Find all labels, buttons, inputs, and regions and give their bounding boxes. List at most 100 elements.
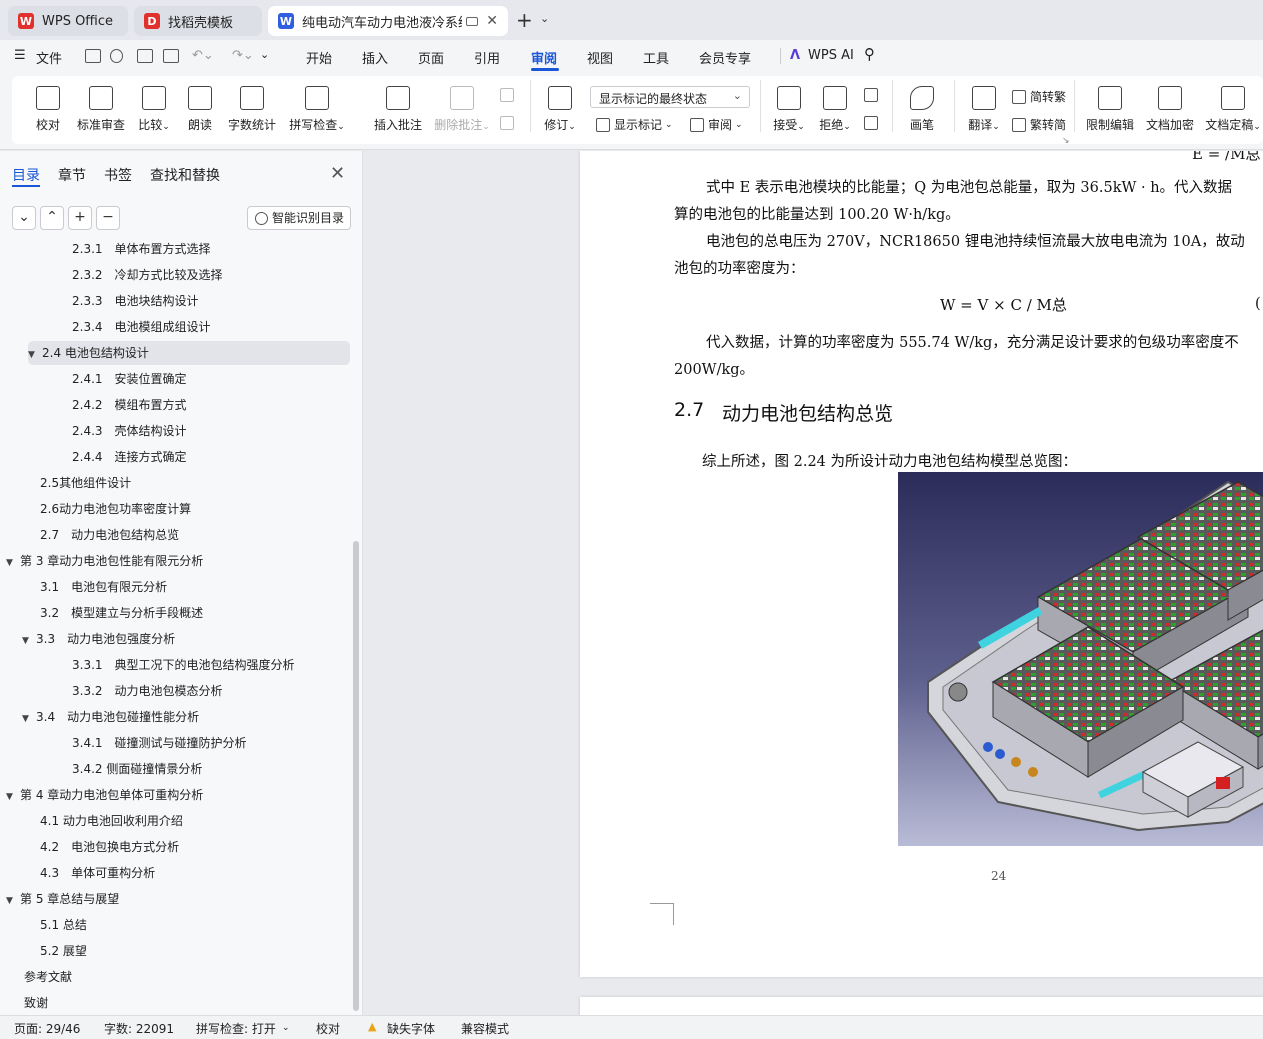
toc-item[interactable]: 参考文献 bbox=[24, 965, 72, 989]
menu-insert[interactable]: 插入 bbox=[362, 48, 388, 67]
menu-references[interactable]: 引用 bbox=[474, 48, 500, 67]
menu-member[interactable]: 会员专享 bbox=[699, 48, 751, 67]
remove-heading-icon[interactable]: − bbox=[96, 206, 120, 230]
toc-item[interactable]: ▼ 第 5 章总结与展望 bbox=[6, 887, 119, 911]
toc-item[interactable]: 2.4.1 安装位置确定 bbox=[72, 367, 187, 391]
markup-state-select[interactable]: 显示标记的最终状态 ⌄ bbox=[590, 86, 750, 108]
toc-item[interactable]: 2.4.4 连接方式确定 bbox=[72, 445, 187, 469]
expand-arrow-icon[interactable]: ▼ bbox=[22, 707, 36, 731]
more-quick-access-icon[interactable]: ⌄ bbox=[260, 48, 269, 61]
nav-tab-find-replace[interactable]: 查找和替换 bbox=[150, 165, 220, 185]
menu-view[interactable]: 视图 bbox=[587, 48, 613, 67]
track-changes-button[interactable]: 修订⌄ bbox=[540, 86, 580, 133]
toc-item[interactable]: 3.3.1 典型工况下的电池包结构强度分析 bbox=[72, 653, 295, 677]
proofread-indicator[interactable]: 校对 bbox=[316, 1020, 340, 1037]
tab-wps-office[interactable]: W WPS Office bbox=[8, 6, 128, 36]
hamburger-icon[interactable]: ☰ bbox=[14, 48, 26, 63]
save-icon[interactable] bbox=[85, 49, 101, 63]
undo-icon[interactable]: ↶⌄ bbox=[192, 48, 214, 63]
expand-arrow-icon[interactable]: ▼ bbox=[22, 629, 36, 653]
toc-item[interactable]: 2.4.2 模组布置方式 bbox=[72, 393, 187, 417]
menu-wps-ai[interactable]: WPS AI bbox=[808, 48, 854, 63]
toc-item[interactable]: 3.4.2 侧面碰撞情景分析 bbox=[72, 757, 202, 781]
print-preview-icon[interactable] bbox=[163, 49, 179, 63]
toc-item[interactable]: 3.2 模型建立与分析手段概述 bbox=[40, 601, 203, 625]
export-icon[interactable] bbox=[110, 49, 123, 63]
toc-item[interactable]: 3.3.2 动力电池包模态分析 bbox=[72, 679, 223, 703]
expand-all-icon[interactable]: ⌄ bbox=[12, 206, 36, 230]
menu-start[interactable]: 开始 bbox=[306, 48, 332, 67]
toc-item[interactable]: ▼ 3.3 动力电池包强度分析 bbox=[22, 627, 175, 651]
toc-item[interactable]: 4.2 电池包换电方式分析 bbox=[40, 835, 179, 859]
document-finalize-button[interactable]: 文档定稿⌄ bbox=[1204, 86, 1262, 133]
toc-item[interactable]: ▼ 第 4 章动力电池包单体可重构分析 bbox=[6, 783, 203, 807]
accept-button[interactable]: 接受⌄ bbox=[770, 86, 808, 133]
delete-comment-button[interactable]: 删除批注⌄ bbox=[432, 86, 492, 133]
simplified-to-traditional-button[interactable]: 简转繁 bbox=[1012, 88, 1066, 105]
insert-comment-button[interactable]: 插入批注 bbox=[372, 86, 424, 133]
menu-tools[interactable]: 工具 bbox=[643, 48, 669, 67]
toc-item[interactable]: 4.1 动力电池回收利用介绍 bbox=[40, 809, 183, 833]
toc-item[interactable]: 2.3.2 冷却方式比较及选择 bbox=[72, 263, 223, 287]
nav-tab-toc[interactable]: 目录 bbox=[12, 165, 40, 185]
translate-button[interactable]: 翻译⌄ bbox=[964, 86, 1004, 133]
toc-item[interactable]: 2.6动力电池包功率密度计算 bbox=[40, 497, 191, 521]
previous-change-icon[interactable] bbox=[864, 88, 882, 102]
toc-item[interactable]: 5.1 总结 bbox=[40, 913, 87, 937]
redo-icon[interactable]: ↷⌄ bbox=[232, 48, 254, 63]
toc-item[interactable]: 2.7 动力电池包结构总览 bbox=[40, 523, 179, 547]
close-pane-icon[interactable]: ✕ bbox=[330, 163, 345, 184]
read-aloud-button[interactable]: 朗读 bbox=[184, 86, 216, 133]
expand-arrow-icon[interactable]: ▼ bbox=[6, 551, 20, 575]
nav-tab-bookmarks[interactable]: 书签 bbox=[104, 165, 132, 185]
expand-arrow-icon[interactable]: ▼ bbox=[6, 889, 20, 913]
reject-button[interactable]: 拒绝⌄ bbox=[816, 86, 854, 133]
review-pane-button[interactable]: 审阅 ⌄ bbox=[690, 116, 743, 133]
chevron-down-icon[interactable]: ⌄ bbox=[540, 12, 549, 25]
toc-item[interactable]: 4.3 单体可重构分析 bbox=[40, 861, 155, 885]
menu-page[interactable]: 页面 bbox=[418, 48, 444, 67]
add-heading-icon[interactable]: + bbox=[68, 206, 92, 230]
restrict-editing-button[interactable]: 限制编辑 bbox=[1084, 86, 1136, 133]
next-change-icon[interactable] bbox=[864, 116, 882, 130]
spell-check-button[interactable]: 拼写检查⌄ bbox=[286, 86, 348, 133]
word-count-button[interactable]: 字数统计 bbox=[226, 86, 278, 133]
toc-item[interactable]: 3.1 电池包有限元分析 bbox=[40, 575, 167, 599]
proofread-button[interactable]: 校对 bbox=[30, 86, 66, 133]
toc-item[interactable]: 2.4.3 壳体结构设计 bbox=[72, 419, 187, 443]
toc-item[interactable]: 5.2 展望 bbox=[40, 939, 87, 963]
collapse-all-icon[interactable]: ⌃ bbox=[40, 206, 64, 230]
traditional-to-simplified-button[interactable]: 繁转简 bbox=[1012, 116, 1066, 133]
print-icon[interactable] bbox=[137, 49, 153, 63]
close-tab-icon[interactable]: ✕ bbox=[486, 13, 498, 29]
toc-item[interactable]: 2.3.4 电池模组成组设计 bbox=[72, 315, 211, 339]
ribbon-expand-icon[interactable]: ↘ bbox=[1062, 136, 1070, 146]
spell-check-indicator[interactable]: 拼写检查: 打开 bbox=[196, 1020, 276, 1037]
document-encrypt-button[interactable]: 文档加密 bbox=[1144, 86, 1196, 133]
nav-tab-chapters[interactable]: 章节 bbox=[58, 165, 86, 185]
show-markup-button[interactable]: 显示标记 ⌄ bbox=[596, 116, 673, 133]
toc-item[interactable]: 致谢 bbox=[24, 991, 48, 1015]
toc-item[interactable]: ▼ 第 3 章动力电池包性能有限元分析 bbox=[6, 549, 203, 573]
page-indicator[interactable]: 页面: 29/46 bbox=[14, 1020, 80, 1037]
toc-item[interactable]: ▼ 2.4 电池包结构设计 bbox=[28, 341, 350, 365]
menu-file[interactable]: 文件 bbox=[36, 48, 62, 67]
menu-review[interactable]: 审阅 bbox=[531, 48, 557, 67]
word-count-indicator[interactable]: 字数: 22091 bbox=[104, 1020, 174, 1037]
toc-item[interactable]: 2.3.1 单体布置方式选择 bbox=[72, 239, 211, 261]
pen-button[interactable]: 画笔 bbox=[904, 86, 940, 133]
missing-font-indicator[interactable]: 缺失字体 bbox=[387, 1020, 435, 1037]
toc-item[interactable]: ▼ 3.4 动力电池包碰撞性能分析 bbox=[22, 705, 199, 729]
tab-template-store[interactable]: D 找稻壳模板 bbox=[134, 6, 262, 36]
toc-item[interactable]: 2.5其他组件设计 bbox=[40, 471, 131, 495]
toc-item[interactable]: 2.3.3 电池块结构设计 bbox=[72, 289, 199, 313]
standard-review-button[interactable]: 标准审查 bbox=[74, 86, 128, 133]
toc-scrollbar[interactable] bbox=[353, 541, 359, 1011]
tab-document[interactable]: W 纯电动汽车动力电池液冷系统 ✕ bbox=[268, 6, 508, 36]
new-tab-icon[interactable]: + bbox=[516, 8, 533, 32]
search-icon[interactable]: ⚲ bbox=[864, 45, 875, 63]
chevron-down-icon[interactable]: ⌄ bbox=[282, 1023, 290, 1033]
smart-toc-button[interactable]: 智能识别目录 bbox=[247, 206, 351, 230]
toc-item[interactable]: 3.4.1 碰撞测试与碰撞防护分析 bbox=[72, 731, 247, 755]
compare-button[interactable]: 比较⌄ bbox=[134, 86, 174, 133]
